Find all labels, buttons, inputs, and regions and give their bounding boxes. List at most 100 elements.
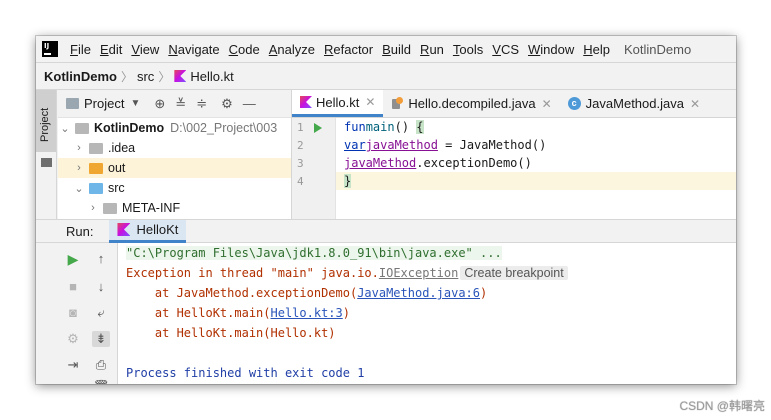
menu-window[interactable]: Window (528, 42, 574, 57)
menu-help[interactable]: Help (583, 42, 610, 57)
console-line-stack-2: at HelloKt.main(Hello.kt:3) (126, 306, 350, 320)
chevron-down-icon[interactable]: ⌄ (58, 122, 72, 135)
run-toolbar: ▶ ↑ ■ ↓ ◙ ⤶ ⚙ ⇟ ⇥ ⎙ 🗑 (58, 243, 118, 384)
tree-row-idea[interactable]: › .idea (58, 138, 291, 158)
trash-icon[interactable]: 🗑 (92, 379, 110, 384)
editor-tab-bar: Hello.kt ✕ Hello.decompiled.java ✕ c Jav… (291, 90, 736, 118)
menu-run[interactable]: Run (420, 42, 444, 57)
up-arrow-icon[interactable]: ↑ (92, 251, 110, 266)
menu-refactor[interactable]: Refactor (324, 42, 373, 57)
breadcrumb-folder[interactable]: src (137, 69, 154, 84)
chevron-right-icon[interactable]: › (86, 202, 100, 214)
java-file-icon (391, 97, 404, 110)
menu-navigate[interactable]: Navigate (168, 42, 219, 57)
tree-row-out[interactable]: › out (58, 158, 291, 178)
kotlin-file-icon (300, 96, 312, 108)
tree-row-src[interactable]: ⌄ src (58, 178, 291, 198)
menu-view[interactable]: View (131, 42, 159, 57)
tree-row-meta-inf[interactable]: › META-INF (58, 198, 291, 218)
project-tree: ⌄ KotlinDemo D:\002_Project\003 › .idea … (58, 118, 291, 219)
menu-analyze[interactable]: Analyze (269, 42, 315, 57)
project-view-icon (66, 98, 79, 109)
tree-root-label: KotlinDemo (94, 121, 165, 135)
tree-item-label: META-INF (122, 201, 181, 215)
gear-icon[interactable]: ⚙ (221, 96, 233, 112)
run-gutter-icon[interactable] (314, 123, 322, 133)
tab-hello-kt[interactable]: Hello.kt ✕ (292, 90, 384, 117)
locate-icon[interactable]: ⊕ (154, 96, 165, 112)
project-panel-title[interactable]: Project (84, 96, 124, 111)
console-line-finished: Process finished with exit code 1 (126, 366, 365, 380)
menu-vcs[interactable]: VCS (492, 42, 519, 57)
watermark: CSDN @韩曙亮 (679, 399, 765, 413)
tab-hello-decompiled-java[interactable]: Hello.decompiled.java ✕ (383, 90, 559, 117)
tree-item-label: out (108, 161, 126, 175)
folder-icon (89, 142, 103, 154)
run-tab-label: HelloKt (136, 222, 179, 237)
run-panel-label: Run: (66, 223, 94, 239)
stop-icon[interactable]: ■ (64, 279, 82, 294)
menu-build[interactable]: Build (382, 42, 411, 57)
code-line-3: javaMethod .exceptionDemo() (344, 156, 532, 170)
down-arrow-icon[interactable]: ↓ (92, 279, 110, 294)
project-tool-window-label: Project (39, 107, 51, 142)
run-console[interactable]: "C:\Program Files\Java\jdk1.8.0_91\bin\j… (118, 243, 736, 384)
menu-code[interactable]: Code (229, 42, 260, 57)
project-tool-window-button[interactable]: Project (36, 90, 56, 152)
create-breakpoint-button[interactable]: Create breakpoint (460, 266, 568, 280)
intellij-logo-icon: IJ (42, 41, 58, 57)
breadcrumb-file-label: Hello.kt (190, 68, 234, 84)
tree-row-root[interactable]: ⌄ KotlinDemo D:\002_Project\003 (58, 118, 291, 138)
run-tab-hellokt[interactable]: HelloKt (109, 219, 187, 243)
breadcrumb-separator-icon: 〉 (120, 69, 133, 84)
tree-item-label: .idea (108, 141, 136, 155)
code-editor[interactable]: fun main() { var javaMethod = JavaMethod… (336, 118, 736, 219)
folder-icon[interactable] (41, 158, 52, 167)
breadcrumb-project[interactable]: KotlinDemo (44, 69, 117, 84)
menu-edit[interactable]: Edit (100, 42, 122, 57)
tab-label: Hello.kt (316, 94, 360, 110)
close-icon[interactable]: ✕ (690, 97, 700, 111)
window-project-title: KotlinDemo (624, 41, 692, 57)
scroll-to-end-icon[interactable]: ⇟ (92, 331, 110, 347)
code-line-4: } (336, 172, 736, 190)
chevron-right-icon[interactable]: › (72, 162, 86, 174)
print-icon[interactable]: ⎙ (92, 357, 110, 373)
run-panel-header: Run: HelloKt (36, 219, 736, 243)
code-line-2: var javaMethod = JavaMethod() (344, 138, 547, 152)
breadcrumb-separator-icon: 〉 (158, 69, 171, 84)
collapse-all-icon[interactable]: ≑ (196, 96, 207, 112)
breadcrumb-file[interactable]: Hello.kt (174, 68, 234, 84)
menu-file[interactable]: File (70, 42, 91, 57)
menu-bar: IJ File Edit View Navigate Code Analyze … (36, 36, 736, 62)
folder-icon (89, 162, 103, 174)
camera-icon[interactable]: ◙ (64, 305, 82, 320)
stack-trace-link[interactable]: Hello.kt:3 (271, 306, 343, 320)
java-class-icon: c (567, 97, 581, 110)
chevron-down-icon[interactable]: ▼ (130, 98, 140, 109)
settings-icon[interactable]: ⚙ (64, 331, 82, 347)
folder-icon (103, 202, 117, 214)
close-icon[interactable]: ✕ (365, 95, 375, 109)
tab-label: Hello.decompiled.java (408, 96, 536, 111)
menu-tools[interactable]: Tools (453, 42, 483, 57)
line-number: 1 (292, 118, 335, 136)
expand-all-icon[interactable]: ≚ (175, 96, 186, 112)
tab-javamethod-java[interactable]: c JavaMethod.java ✕ (560, 90, 708, 117)
line-number: 3 (297, 156, 304, 170)
stack-trace-link[interactable]: JavaMethod.java:6 (357, 286, 480, 300)
console-line-stack-1: at JavaMethod.exceptionDemo(JavaMethod.j… (126, 286, 488, 300)
tree-root-path: D:\002_Project\003 (170, 121, 278, 135)
close-icon[interactable]: ✕ (542, 97, 552, 111)
chevron-down-icon[interactable]: ⌄ (72, 182, 86, 195)
kotlin-run-icon (117, 223, 131, 236)
editor-gutter: 1 2 3 4 (291, 118, 336, 219)
exception-class-link[interactable]: IOException (379, 266, 458, 280)
minimize-icon[interactable]: — (243, 96, 256, 111)
kotlin-file-icon (174, 70, 187, 82)
rerun-icon[interactable]: ▶ (64, 251, 82, 268)
soft-wrap-icon[interactable]: ⤶ (92, 305, 110, 321)
chevron-right-icon[interactable]: › (72, 142, 86, 154)
exit-icon[interactable]: ⇥ (64, 357, 82, 373)
